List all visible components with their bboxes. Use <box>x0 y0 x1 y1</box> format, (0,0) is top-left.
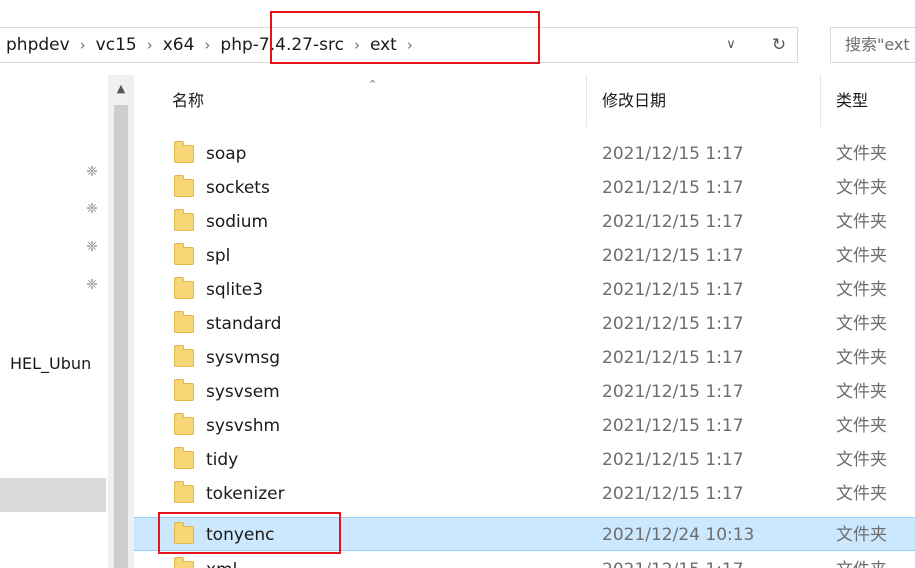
file-date: 2021/12/15 1:17 <box>602 246 744 266</box>
breadcrumb-separator-icon[interactable]: › <box>204 36 210 54</box>
highlight-box-row <box>158 512 341 554</box>
file-row[interactable]: soap 2021/12/15 1:17 文件夹 <box>134 137 915 171</box>
scroll-up-icon[interactable]: ▲ <box>108 82 134 95</box>
file-row[interactable]: sysvsem 2021/12/15 1:17 文件夹 <box>134 375 915 409</box>
file-type: 文件夹 <box>836 348 887 368</box>
file-type: 文件夹 <box>836 450 887 470</box>
file-name: tokenizer <box>206 484 285 504</box>
folder-icon <box>174 243 194 265</box>
file-name: sodium <box>206 212 269 232</box>
file-date: 2021/12/15 1:17 <box>602 416 744 436</box>
file-type: 文件夹 <box>836 314 887 334</box>
file-type: 文件夹 <box>836 246 887 266</box>
file-name: standard <box>206 314 282 334</box>
file-name: sqlite3 <box>206 280 264 300</box>
chevron-down-icon[interactable]: ∨ <box>722 36 740 54</box>
file-name: tidy <box>206 450 239 470</box>
file-row[interactable]: sqlite3 2021/12/15 1:17 文件夹 <box>134 273 915 307</box>
file-date: 2021/12/15 1:17 <box>602 178 744 198</box>
file-type: 文件夹 <box>836 525 887 545</box>
sort-up-icon: ⌃ <box>368 78 378 91</box>
file-name: sysvmsg <box>206 348 281 368</box>
file-date: 2021/12/15 1:17 <box>602 314 744 334</box>
file-date: 2021/12/15 1:17 <box>602 280 744 300</box>
file-type: 文件夹 <box>836 280 887 300</box>
pin-icon[interactable]: ❈ <box>84 201 100 217</box>
file-name: spl <box>206 246 231 266</box>
folder-icon <box>174 345 194 367</box>
file-type: 文件夹 <box>836 416 887 436</box>
file-date: 2021/12/15 1:17 <box>602 382 744 402</box>
folder-icon <box>174 557 194 568</box>
file-type: 文件夹 <box>836 553 887 568</box>
file-date: 2021/12/15 1:17 <box>602 348 744 368</box>
breadcrumb-item-phpdev[interactable]: phpdev <box>6 35 70 55</box>
pin-icon[interactable]: ❈ <box>84 277 100 293</box>
file-date: 2021/12/15 1:17 <box>602 144 744 164</box>
folder-icon <box>174 141 194 163</box>
file-date: 2021/12/24 10:13 <box>602 525 755 545</box>
file-row[interactable]: sysvmsg 2021/12/15 1:17 文件夹 <box>134 341 915 375</box>
file-name: soap <box>206 144 247 164</box>
file-name: xml <box>206 553 237 568</box>
file-row[interactable]: sodium 2021/12/15 1:17 文件夹 <box>134 205 915 239</box>
file-row[interactable]: sockets 2021/12/15 1:17 文件夹 <box>134 171 915 205</box>
nav-scrollbar[interactable]: ▲ <box>108 75 134 568</box>
folder-icon <box>174 209 194 231</box>
file-row[interactable]: xml 2021/12/15 1:17 文件夹 <box>134 553 915 568</box>
folder-icon <box>174 413 194 435</box>
breadcrumb-separator-icon[interactable]: › <box>80 36 86 54</box>
breadcrumb-item-x64[interactable]: x64 <box>163 35 195 55</box>
nav-item-hel-ubuntu[interactable]: HEL_Ubun <box>10 354 91 373</box>
breadcrumb-item-vc15[interactable]: vc15 <box>96 35 137 55</box>
file-row[interactable]: tokenizer 2021/12/15 1:17 文件夹 <box>134 477 915 511</box>
file-name: sockets <box>206 178 270 198</box>
file-date: 2021/12/15 1:17 <box>602 212 744 232</box>
nav-item-selected[interactable] <box>0 478 106 512</box>
folder-icon <box>174 379 194 401</box>
file-date: 2021/12/15 1:17 <box>602 553 744 568</box>
file-type: 文件夹 <box>836 178 887 198</box>
file-type: 文件夹 <box>836 144 887 164</box>
file-row[interactable]: tidy 2021/12/15 1:17 文件夹 <box>134 443 915 477</box>
file-name: sysvsem <box>206 382 280 402</box>
search-input[interactable]: 搜索"ext <box>830 27 915 63</box>
pin-icon[interactable]: ❈ <box>84 239 100 255</box>
folder-icon <box>174 175 194 197</box>
file-date: 2021/12/15 1:17 <box>602 484 744 504</box>
highlight-box-path <box>270 11 540 64</box>
breadcrumb-separator-icon[interactable]: › <box>147 36 153 54</box>
file-row[interactable] <box>134 117 915 125</box>
scrollbar-thumb[interactable] <box>114 105 128 568</box>
pin-icon[interactable]: ❈ <box>84 164 100 180</box>
refresh-icon[interactable]: ↻ <box>766 32 792 58</box>
file-row[interactable]: standard 2021/12/15 1:17 文件夹 <box>134 307 915 341</box>
file-list: soap 2021/12/15 1:17 文件夹 sockets 2021/12… <box>134 117 915 568</box>
file-date: 2021/12/15 1:17 <box>602 450 744 470</box>
file-type: 文件夹 <box>836 484 887 504</box>
file-type: 文件夹 <box>836 382 887 402</box>
file-type: 文件夹 <box>836 212 887 232</box>
folder-icon <box>174 481 194 503</box>
folder-icon <box>174 277 194 299</box>
file-row[interactable]: spl 2021/12/15 1:17 文件夹 <box>134 239 915 273</box>
folder-icon <box>174 311 194 333</box>
file-name: sysvshm <box>206 416 281 436</box>
file-row[interactable]: sysvshm 2021/12/15 1:17 文件夹 <box>134 409 915 443</box>
folder-icon <box>174 447 194 469</box>
navigation-pane: ❈ ❈ ❈ ❈ HEL_Ubun <box>0 75 108 568</box>
